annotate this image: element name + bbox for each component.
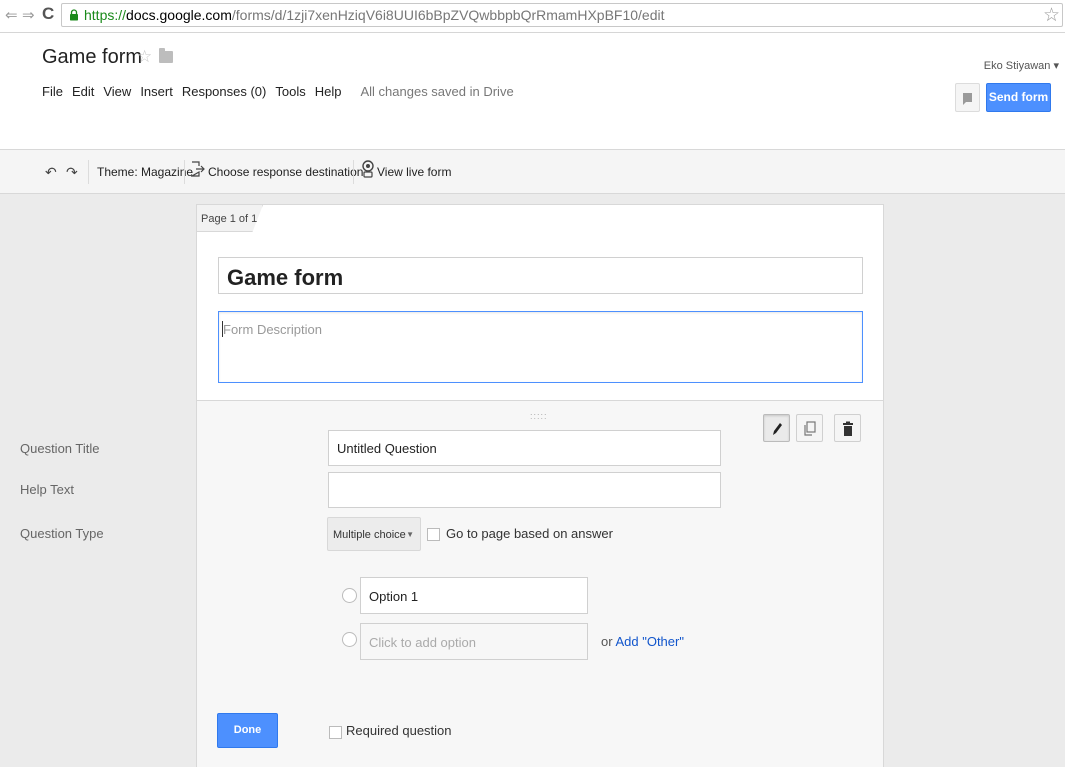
bookmark-star-icon[interactable]: ☆ <box>1043 4 1060 27</box>
trash-icon <box>843 421 853 436</box>
option-input[interactable]: Option 1 <box>360 577 588 614</box>
url-path: /forms/d/1zji7xenHziqV6i8UUI6bBpZVQwbbpb… <box>231 7 665 23</box>
option-radio-icon <box>342 588 357 603</box>
address-bar[interactable]: https://docs.google.com/forms/d/1zji7xen… <box>61 3 1063 27</box>
send-form-button[interactable]: Send form <box>986 83 1051 112</box>
question-type-value: Multiple choice <box>333 529 406 541</box>
add-other-text: or Add "Other" <box>601 634 684 649</box>
add-other-link[interactable]: Add "Other" <box>615 634 684 649</box>
edit-question-button[interactable] <box>763 414 790 442</box>
add-option-placeholder: Click to add option <box>369 635 476 650</box>
form-description-placeholder: Form Description <box>222 321 322 337</box>
comment-icon <box>963 93 972 105</box>
form-title: Game form <box>227 265 344 290</box>
save-status: All changes saved in Drive <box>360 84 514 99</box>
question-type-label: Question Type <box>20 526 104 541</box>
required-question-label: Required question <box>346 723 452 738</box>
done-button[interactable]: Done <box>217 713 278 748</box>
drag-handle-icon[interactable]: ::::: <box>530 411 548 421</box>
form-title-field[interactable]: Game form <box>218 257 863 294</box>
question-type-select[interactable]: Multiple choice ▼ <box>327 517 421 551</box>
menu-bar: File Edit View Insert Responses (0) Tool… <box>42 84 514 104</box>
choose-response-destination-button[interactable]: Choose response destination <box>208 165 363 179</box>
undo-icon[interactable]: ↶ <box>45 164 57 181</box>
menu-help[interactable]: Help <box>315 84 342 104</box>
help-text-input[interactable] <box>328 472 721 508</box>
url-scheme: https:// <box>84 7 127 23</box>
delete-question-button[interactable] <box>834 414 861 442</box>
toolbar-divider <box>353 160 354 184</box>
live-form-icon <box>362 160 374 178</box>
page-indicator: Page 1 of 1 <box>201 213 258 225</box>
form-description-field[interactable]: Form Description <box>218 311 863 383</box>
response-destination-icon <box>191 161 205 177</box>
duplicate-icon <box>804 421 816 436</box>
editor-toolbar: ↶ ↷ Theme: Magazine Choose response dest… <box>0 150 1065 194</box>
menu-responses[interactable]: Responses (0) <box>182 84 267 104</box>
folder-icon[interactable] <box>159 48 173 63</box>
dropdown-arrow-icon: ▼ <box>406 530 414 539</box>
add-option-radio-icon <box>342 632 357 647</box>
lock-icon <box>70 9 78 21</box>
required-question-checkbox[interactable] <box>329 726 342 739</box>
help-text-label: Help Text <box>20 482 74 497</box>
reload-icon[interactable]: C <box>42 4 54 24</box>
menu-insert[interactable]: Insert <box>140 84 173 104</box>
go-to-page-label: Go to page based on answer <box>446 526 613 541</box>
add-option-input[interactable]: Click to add option <box>360 623 588 660</box>
question-title-value: Untitled Question <box>337 441 437 456</box>
toolbar-divider <box>184 160 185 184</box>
document-title[interactable]: Game form <box>42 46 142 69</box>
view-live-form-button[interactable]: View live form <box>377 165 451 179</box>
or-label: or <box>601 634 613 649</box>
menu-tools[interactable]: Tools <box>275 84 305 104</box>
menu-view[interactable]: View <box>103 84 131 104</box>
user-account-menu[interactable]: Eko Stiyawan ▾ <box>984 59 1059 72</box>
option-value: Option 1 <box>369 589 419 604</box>
pencil-icon <box>773 423 782 435</box>
go-to-page-checkbox[interactable] <box>427 528 440 541</box>
browser-toolbar: ⇐ ⇒ C https://docs.google.com/forms/d/1z… <box>0 0 1065 33</box>
toolbar-divider <box>88 160 89 184</box>
redo-icon[interactable]: ↷ <box>66 164 78 181</box>
question-title-label: Question Title <box>20 441 100 456</box>
menu-edit[interactable]: Edit <box>72 84 94 104</box>
url-domain: docs.google.com <box>126 7 232 23</box>
duplicate-question-button[interactable] <box>796 414 823 442</box>
question-title-input[interactable]: Untitled Question <box>328 430 721 466</box>
back-icon[interactable]: ⇐ <box>5 6 18 24</box>
star-icon[interactable]: ☆ <box>137 47 152 67</box>
menu-file[interactable]: File <box>42 84 63 104</box>
comments-button[interactable] <box>955 83 980 112</box>
url-text: https://docs.google.com/forms/d/1zji7xen… <box>84 7 665 23</box>
forward-icon[interactable]: ⇒ <box>22 6 35 24</box>
theme-button[interactable]: Theme: Magazine <box>97 165 193 179</box>
